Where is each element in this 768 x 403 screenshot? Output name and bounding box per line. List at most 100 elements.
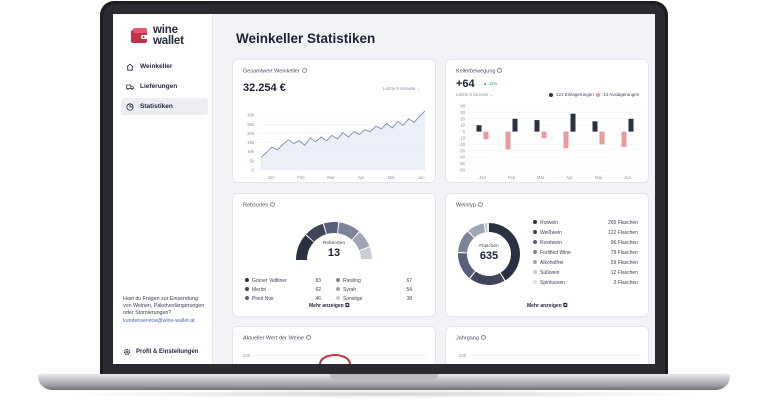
card-current-value: Aktueller Wert der Weine 100 xyxy=(233,327,435,364)
movement-value: +64 xyxy=(456,78,475,90)
gauge-label: Rebsorten xyxy=(322,241,346,246)
bar-out xyxy=(599,131,605,145)
range-dropdown[interactable]: Letzte 6 Monate ⌄ xyxy=(383,86,420,92)
legend-value: 122 Flaschen xyxy=(607,230,638,236)
legend-out: 13 Auslagerungen xyxy=(596,92,639,97)
sidebar: wine wallet Weinkeller Lieferungen Stati… xyxy=(113,14,213,364)
info-icon[interactable] xyxy=(480,335,486,340)
card-rebsorten: Rebsorten Rebsorten 13 Grüner Veltliner 8… xyxy=(233,194,435,316)
legend-label: Syrah xyxy=(343,287,357,293)
y-tick-label: 10 xyxy=(460,123,465,128)
sidebar-item-statistiken[interactable]: Statistiken xyxy=(121,98,208,115)
info-icon[interactable] xyxy=(270,202,276,207)
bar-in xyxy=(476,125,482,132)
logo-wordmark: wine wallet xyxy=(153,24,184,47)
legend-dot xyxy=(336,287,340,291)
legend-value: 62 xyxy=(315,287,321,293)
help-email-link[interactable]: kundenservice@wine-wallet.at xyxy=(123,318,207,325)
x-tick-label: Mar xyxy=(537,175,545,180)
legend-item: Syrah xyxy=(336,287,356,293)
legend-value: 12 Flaschen xyxy=(610,270,638,276)
card-total-value: Gesamtwert Weinkeller 32.254 € Letzte 6 … xyxy=(233,60,435,182)
more-button[interactable]: Mehr anzeigen ⧉ xyxy=(309,303,349,310)
legend-item: Spirituosen xyxy=(533,280,565,286)
info-icon[interactable] xyxy=(301,68,307,73)
bar-out xyxy=(483,131,489,140)
legend-label: Grüner Veltliner xyxy=(252,278,287,284)
card-weintyp: Weintyp Flaschen 635 Rotwein 265 Flaschen… xyxy=(446,194,648,316)
total-value-amount: 32.254 € xyxy=(243,82,286,94)
legend-item: Rotwein xyxy=(533,220,558,226)
card-title: Rebsorten xyxy=(243,202,276,209)
x-tick-label: Jan xyxy=(479,175,487,180)
y-tick-label: -20 xyxy=(459,142,466,147)
card-title-text: Weintyp xyxy=(456,202,476,209)
y-tick-label: 20 xyxy=(460,116,465,121)
profile-settings-link[interactable]: Profil & Einstellungen xyxy=(123,348,198,356)
movement-bar-chart: 403020 100 -10-20-30 -40-50 -60 Jan Feb Mar Apr M… xyxy=(459,104,642,180)
legend-value: 83 xyxy=(315,278,321,284)
donut-value: 635 xyxy=(479,250,499,262)
more-label: Mehr anzeigen xyxy=(309,303,344,309)
x-tick-label: Jun xyxy=(624,175,632,180)
legend-value: 59 Flaschen xyxy=(610,260,638,266)
legend-dot xyxy=(336,278,340,282)
sidebar-item-label: Lieferungen xyxy=(140,83,178,90)
legend-label: Süßwein xyxy=(540,270,560,276)
legend-label: Spirituosen xyxy=(540,280,566,286)
gauge-segment xyxy=(323,222,339,234)
profile-label: Profil & Einstellungen xyxy=(136,349,199,355)
sidebar-nav: Weinkeller Lieferungen Statistiken xyxy=(121,58,208,118)
wine-wallet-logo[interactable]: wine wallet xyxy=(130,24,200,49)
legend-item: Riesling xyxy=(336,278,361,284)
info-icon[interactable] xyxy=(497,68,503,73)
legend-item: Weißwein xyxy=(533,230,562,236)
line-area xyxy=(261,111,425,170)
card-title: Gesamtwert Weinkeller xyxy=(243,68,307,75)
donut-segment xyxy=(484,223,488,233)
legend-dot xyxy=(533,280,537,284)
chevron-down-icon: ⌄ xyxy=(416,86,421,91)
legend-value: 96 Flaschen xyxy=(610,240,638,246)
y-tick-label: 15k xyxy=(247,140,255,145)
x-tick-label: Mai xyxy=(595,175,602,180)
more-button[interactable]: Mehr anzeigen ⧉ xyxy=(527,303,567,310)
sidebar-item-lieferungen[interactable]: Lieferungen xyxy=(121,78,208,95)
card-title-text: Kellerbewegung xyxy=(456,68,496,75)
info-icon[interactable] xyxy=(477,202,483,207)
legend-value: 46 xyxy=(315,296,321,302)
card-title: Kellerbewegung xyxy=(456,68,503,75)
info-icon[interactable] xyxy=(305,335,311,340)
legend-item: Pinot Noir xyxy=(245,296,274,302)
y-tick-label: -60 xyxy=(459,168,466,173)
legend-label: 121 Einlagerungen xyxy=(556,92,594,97)
change-badge: ▲ 11% xyxy=(483,81,498,86)
legend-dot xyxy=(549,92,553,97)
card-title-text: Jahrgang xyxy=(456,335,479,342)
value-line-chart: 0 5k 10k 15k 20k 25k 30k Jan Feb Mar Apr Mai Jun xyxy=(247,110,427,180)
card-movement: Kellerbewegung +64 ▲ 11% Letzte 6 Monate… xyxy=(446,60,648,182)
bar-out xyxy=(541,131,547,138)
legend-label: Rotwein xyxy=(540,220,559,226)
y-tick-label: 30k xyxy=(247,113,255,118)
x-tick-label: Feb xyxy=(508,175,516,180)
legend-in: 121 Einlagerungen xyxy=(549,92,594,97)
y-tick-label: -10 xyxy=(459,136,466,141)
legend-dot xyxy=(533,260,537,264)
x-tick-label: Apr xyxy=(566,175,573,180)
card-title: Jahrgang xyxy=(456,335,486,342)
home-icon xyxy=(126,63,134,71)
bar-in xyxy=(570,113,576,132)
gauge-value: 13 xyxy=(327,247,341,259)
logo-line-2: wallet xyxy=(153,35,184,47)
bar-out xyxy=(563,131,569,149)
sidebar-item-weinkeller[interactable]: Weinkeller xyxy=(121,58,208,75)
chevron-down-icon: ⌄ xyxy=(489,92,494,97)
legend-label: Riesling xyxy=(343,278,361,284)
legend-dot xyxy=(533,250,537,254)
y-tick-label: 10k xyxy=(247,149,255,154)
range-dropdown[interactable]: Letzte 6 Monate ⌄ xyxy=(456,92,493,98)
legend-dot xyxy=(336,296,340,300)
legend-dot xyxy=(245,296,249,300)
legend-dot xyxy=(245,287,249,291)
